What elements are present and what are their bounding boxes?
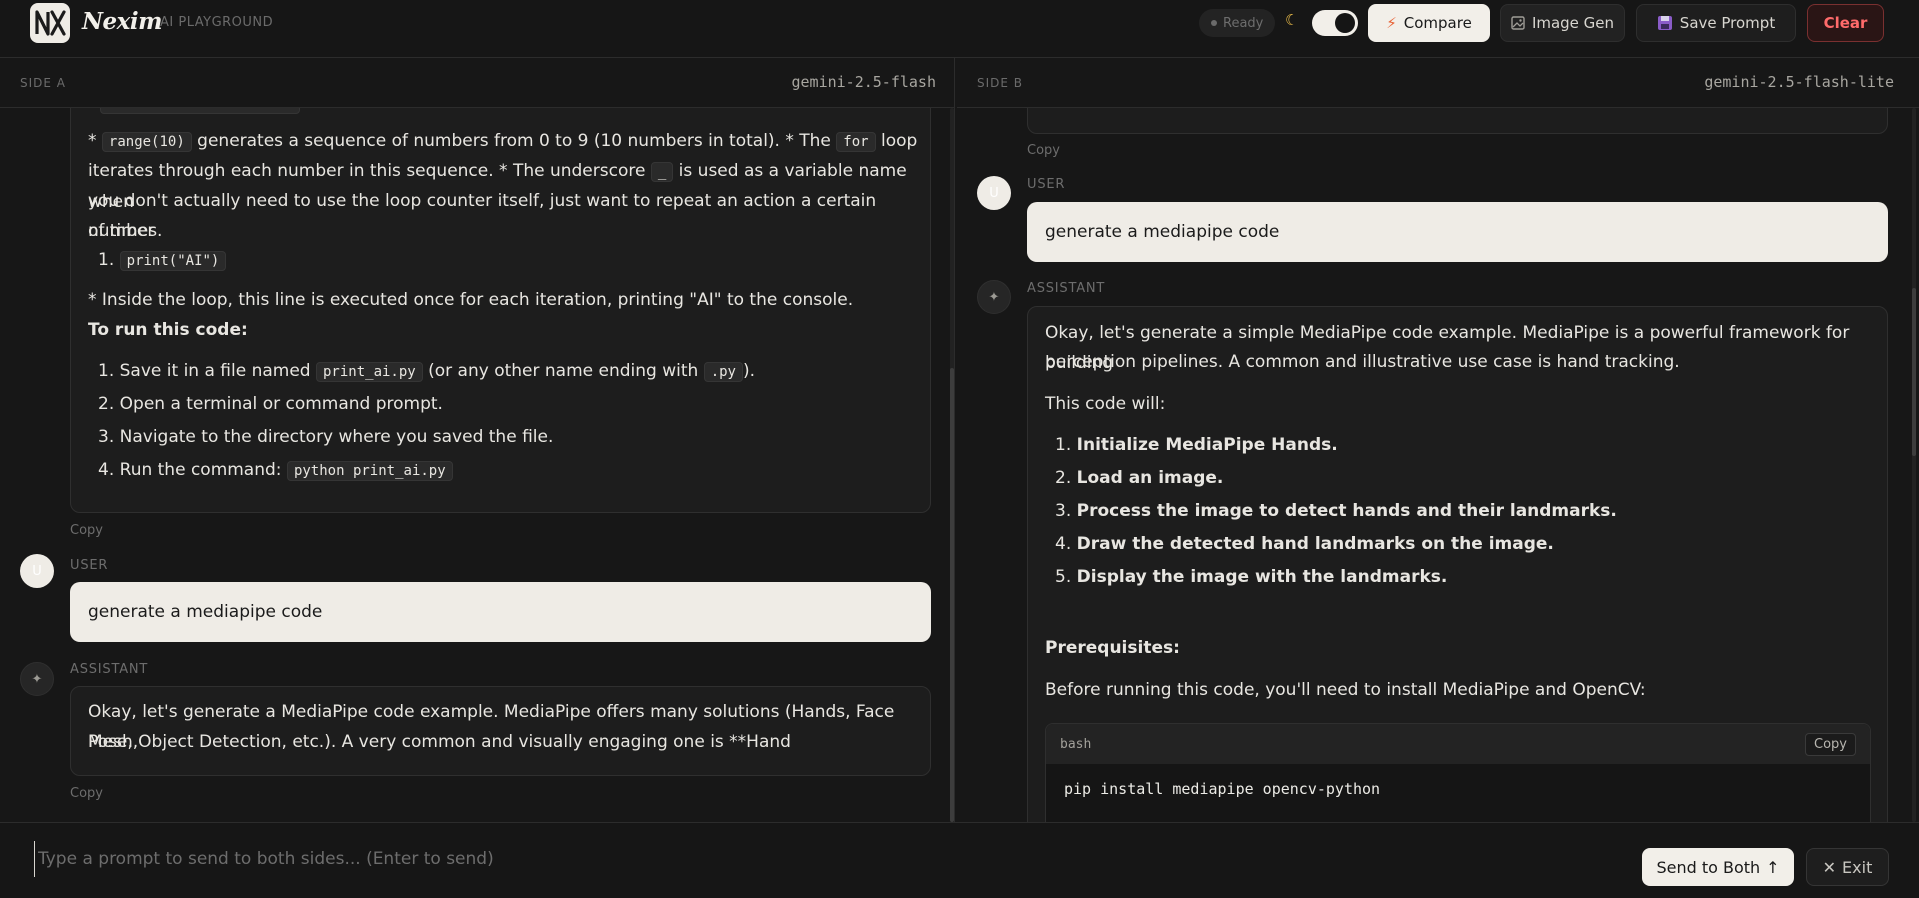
side-a-label: SIDE A	[20, 76, 67, 90]
answer-list-item: 1. print("AI")	[98, 245, 227, 276]
step-item: 4. Draw the detected hand landmarks on t…	[1055, 534, 1554, 554]
run-step-4: 4. Run the command: python print_ai.py	[98, 455, 453, 486]
floppy-disk-icon	[1657, 16, 1672, 30]
code-block-language: bash	[1060, 736, 1092, 752]
user-message: generate a mediapipe code	[70, 582, 931, 642]
run-step-3: 3. Navigate to the directory where you s…	[98, 427, 554, 447]
clear-button[interactable]: Clear	[1807, 4, 1884, 42]
prompt-input[interactable]	[34, 841, 1614, 877]
scrollbar-track[interactable]	[1912, 108, 1916, 822]
compare-button[interactable]: ⚡ Compare	[1368, 4, 1490, 42]
scrollbar-thumb[interactable]	[950, 368, 954, 822]
user-role-label: USER	[1027, 177, 1066, 192]
prerequisites-heading: Prerequisites:	[1045, 638, 1180, 658]
status-dot-icon	[1211, 20, 1217, 26]
side-b-model: gemini-2.5-flash-lite	[1704, 73, 1894, 91]
image-gen-button[interactable]: Image Gen	[1500, 4, 1625, 42]
prompt-bar: Send to Both ↑ ✕ Exit	[0, 822, 1919, 898]
answer-to-run-heading: To run this code:	[88, 320, 248, 340]
status-text: Ready	[1223, 15, 1264, 31]
step-item: 3. Process the image to detect hands and…	[1055, 501, 1617, 521]
code-block: bash Copy pip install mediapipe opencv-p…	[1045, 723, 1871, 822]
answer-line-4: of times.	[88, 221, 163, 241]
assistant-role-label: ASSISTANT	[1027, 281, 1106, 296]
side-b-header: SIDE B gemini-2.5-flash-lite	[957, 58, 1919, 108]
side-b-panel: SIDE B gemini-2.5-flash-lite Copy U USER…	[957, 58, 1919, 822]
user-role-label: USER	[70, 558, 109, 573]
step-item: 5. Display the image with the landmarks.	[1055, 567, 1448, 587]
image-icon	[1511, 16, 1525, 30]
logo-mark-icon	[35, 10, 66, 36]
step-item: 1. Initialize MediaPipe Hands.	[1055, 435, 1338, 455]
answer-line-1: * range(10) generates a sequence of numb…	[88, 131, 918, 152]
exit-button[interactable]: ✕ Exit	[1806, 848, 1889, 886]
side-a-header: SIDE A gemini-2.5-flash	[0, 58, 954, 108]
nexim-logo[interactable]	[30, 3, 70, 43]
code-block-content: pip install mediapipe opencv-python	[1064, 780, 1381, 798]
close-icon: ✕	[1822, 857, 1837, 877]
save-prompt-label: Save Prompt	[1679, 14, 1776, 32]
brand-name: Nexim	[82, 8, 162, 35]
copy-link[interactable]: Copy	[70, 786, 103, 801]
moon-icon: ☾	[1285, 11, 1299, 29]
theme-toggle[interactable]	[1312, 10, 1358, 36]
code-copy-button[interactable]: Copy	[1805, 732, 1856, 756]
copy-link[interactable]: Copy	[70, 523, 103, 538]
toggle-knob	[1335, 13, 1355, 33]
save-prompt-button[interactable]: Save Prompt	[1636, 4, 1796, 42]
code-block-header: bash Copy	[1046, 724, 1870, 764]
assistant-line-2: Pose, Object Detection, etc.). A very co…	[88, 732, 791, 752]
arrow-up-icon: ↑	[1766, 857, 1780, 877]
status-badge: Ready	[1199, 9, 1276, 37]
brand-subtitle: AI PLAYGROUND	[160, 15, 274, 30]
prerequisites-text: Before running this code, you'll need to…	[1045, 680, 1646, 700]
send-to-both-button[interactable]: Send to Both ↑	[1642, 848, 1794, 886]
user-avatar: U	[20, 554, 54, 588]
lightning-icon: ⚡	[1386, 14, 1397, 32]
copy-link[interactable]: Copy	[1027, 143, 1060, 158]
top-bar: Nexim AI PLAYGROUND Ready ☾ ⚡ Compare Im…	[0, 0, 1919, 58]
run-step-1: 1. Save it in a file named print_ai.py (…	[98, 361, 756, 382]
run-step-2: 2. Open a terminal or command prompt.	[98, 394, 443, 414]
image-gen-label: Image Gen	[1531, 14, 1615, 32]
user-avatar: U	[977, 176, 1011, 210]
assistant-intro-line-2: perception pipelines. A common and illus…	[1045, 352, 1680, 372]
assistant-sparkle-icon: ✦	[20, 662, 54, 696]
side-b-label: SIDE B	[977, 76, 1024, 90]
exit-label: Exit	[1842, 857, 1873, 877]
step-item: 2. Load an image.	[1055, 468, 1224, 488]
scrollbar-thumb[interactable]	[1912, 288, 1916, 456]
compare-label: Compare	[1403, 14, 1472, 32]
side-a-panel: SIDE A gemini-2.5-flash * range(10) gene…	[0, 58, 955, 822]
answer-inside-loop: * Inside the loop, this line is executed…	[88, 290, 854, 310]
send-label: Send to Both	[1656, 857, 1761, 877]
side-a-model: gemini-2.5-flash	[791, 73, 937, 91]
assistant-role-label: ASSISTANT	[70, 662, 149, 677]
assistant-sparkle-icon: ✦	[977, 280, 1011, 314]
code-will-text: This code will:	[1045, 394, 1166, 414]
user-message: generate a mediapipe code	[1027, 202, 1888, 262]
